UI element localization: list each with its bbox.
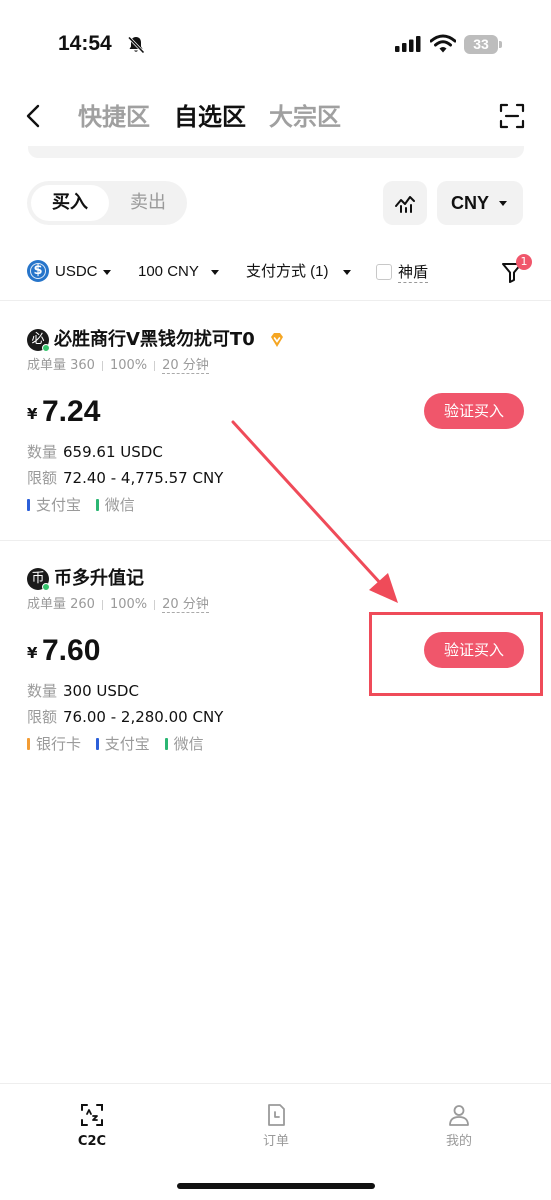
nav-label: 我的 [445, 1134, 472, 1149]
profile-icon [449, 1105, 469, 1126]
nav-label: 订单 [262, 1134, 289, 1149]
nav-item-profile[interactable]: 我的 [419, 1102, 499, 1150]
c2c-icon [81, 1104, 103, 1126]
annotation-highlight-box [369, 612, 543, 696]
annotation-arrow [231, 420, 398, 603]
nav-item-orders[interactable]: 订单 [236, 1102, 316, 1150]
home-indicator [177, 1183, 375, 1189]
nav-label: C2C [77, 1134, 107, 1149]
nav-item-c2c[interactable]: C2C [52, 1102, 132, 1150]
orders-icon [268, 1104, 285, 1126]
